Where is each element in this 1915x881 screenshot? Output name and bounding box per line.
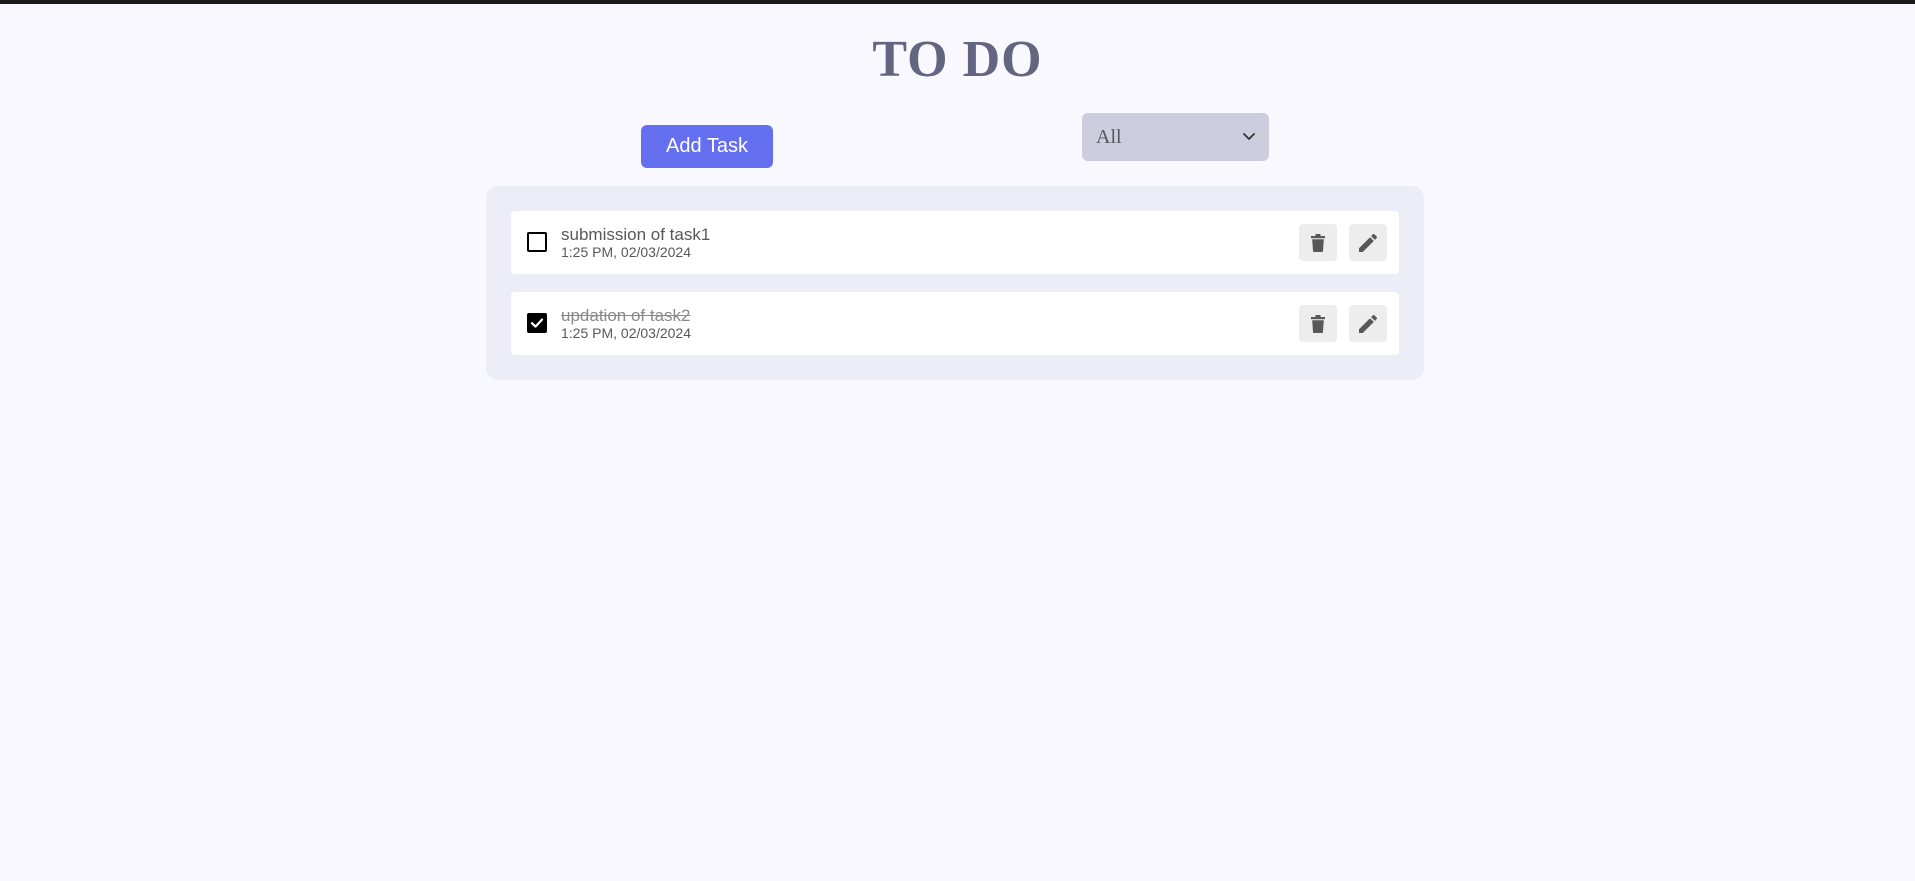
page-title: TO DO [872,31,1043,88]
task-complete-checkbox[interactable] [527,313,547,333]
task-item: updation of task2 1:25 PM, 02/03/2024 [511,292,1399,355]
task-item: submission of task1 1:25 PM, 02/03/2024 [511,211,1399,274]
pencil-icon [1359,314,1377,333]
trash-icon [1311,314,1325,333]
chevron-down-icon [1243,133,1255,141]
edit-task-button[interactable] [1349,224,1387,261]
task-title: submission of task1 [561,225,711,244]
task-title: updation of task2 [561,306,691,325]
task-complete-checkbox[interactable] [527,232,547,252]
trash-icon [1311,233,1325,252]
add-task-button[interactable]: Add Task [641,125,773,168]
delete-task-button[interactable] [1299,224,1337,261]
task-list: submission of task1 1:25 PM, 02/03/2024 [486,186,1424,380]
pencil-icon [1359,233,1377,252]
window-top-border [0,0,1915,4]
task-timestamp: 1:25 PM, 02/03/2024 [561,244,691,260]
delete-task-button[interactable] [1299,305,1337,342]
task-timestamp: 1:25 PM, 02/03/2024 [561,325,691,341]
status-filter-select[interactable]: All [1082,113,1269,161]
edit-task-button[interactable] [1349,305,1387,342]
filter-selected-value: All [1096,125,1122,148]
